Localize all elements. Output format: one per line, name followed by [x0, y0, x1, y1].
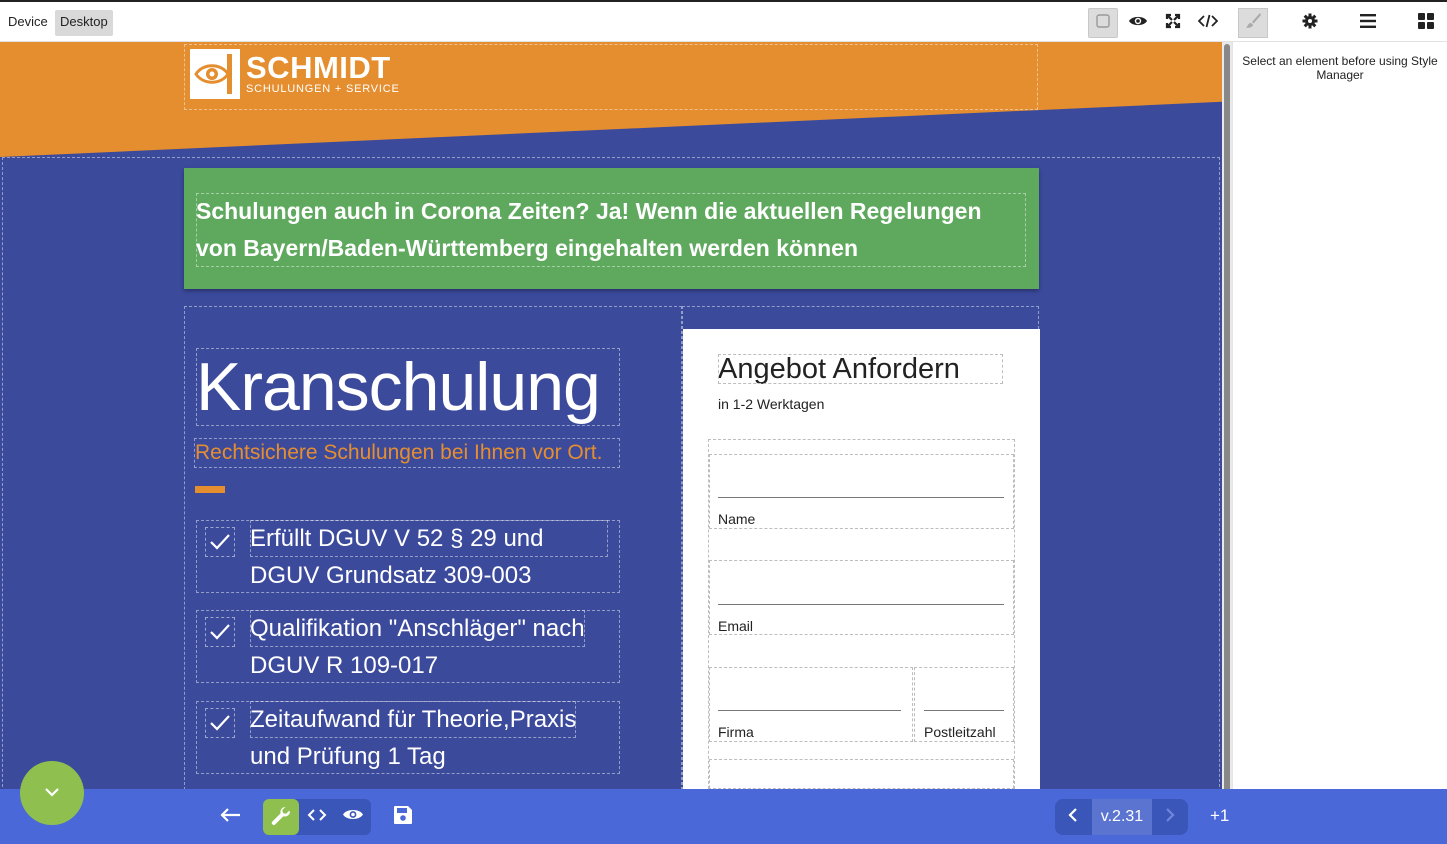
code-view-button[interactable]	[1193, 8, 1223, 38]
feature-item[interactable]: Erfüllt DGUV V 52 § 29 und DGUV Grundsat…	[196, 520, 620, 593]
name-input[interactable]	[718, 497, 1004, 498]
code-icon	[1197, 14, 1219, 33]
grid-icon	[1418, 12, 1434, 34]
banner-text[interactable]: Schulungen auch in Corona Zeiten? Ja! We…	[196, 193, 1026, 267]
form-title[interactable]: Angebot Anfordern	[718, 354, 1003, 384]
chevron-down-icon	[44, 784, 60, 802]
previous-version-button[interactable]	[1055, 799, 1091, 835]
checkmark-icon	[205, 708, 235, 738]
paintbrush-icon	[1244, 12, 1262, 35]
feature-line-1[interactable]: Zeitaufwand für Theorie,Praxis	[250, 701, 577, 738]
eye-logo-icon	[190, 49, 240, 99]
chevron-right-icon	[1165, 807, 1175, 828]
code-mode-button[interactable]	[299, 799, 335, 835]
accent-divider	[195, 486, 225, 493]
style-manager-panel: Select an element before using Style Man…	[1232, 42, 1447, 802]
email-field-group	[709, 560, 1014, 635]
panel-switcher	[1232, 0, 1447, 42]
pending-changes-count[interactable]: +1	[1210, 806, 1229, 826]
plz-label: Postleitzahl	[924, 724, 996, 740]
next-version-button[interactable]	[1152, 799, 1188, 835]
plz-input[interactable]	[924, 710, 1004, 711]
device-select[interactable]: Desktop	[55, 10, 113, 36]
feature-line-2: DGUV R 109-017	[250, 652, 439, 679]
arrow-left-icon	[219, 807, 241, 828]
feature-line-2: und Prüfung 1 Tag	[250, 743, 446, 770]
email-input[interactable]	[718, 604, 1004, 605]
firma-input[interactable]	[718, 710, 901, 711]
feature-line-1[interactable]: Erfüllt DGUV V 52 § 29 und	[250, 520, 608, 557]
layer-manager-button[interactable]	[1353, 8, 1383, 38]
editor-topbar: Device Desktop	[0, 0, 1232, 42]
device-label: Device	[8, 14, 48, 29]
hero-subtitle[interactable]: Rechtsichere Schulungen bei Ihnen vor Or…	[194, 438, 620, 468]
corona-banner[interactable]: Schulungen auch in Corona Zeiten? Ja! We…	[184, 168, 1039, 289]
save-button[interactable]	[385, 799, 421, 835]
logo-wordmark: SCHMIDT SCHULUNGEN + SERVICE	[246, 49, 400, 96]
version-label: v.2.31	[1092, 799, 1152, 835]
fullscreen-button[interactable]	[1158, 8, 1188, 38]
style-manager-button[interactable]	[1238, 8, 1268, 38]
gear-icon	[1302, 13, 1318, 34]
form-subtitle: in 1-2 Werktagen	[718, 396, 825, 412]
preview-button[interactable]	[1123, 8, 1153, 38]
checkmark-icon	[205, 527, 235, 557]
feature-item[interactable]: Qualifikation "Anschläger" nach DGUV R 1…	[196, 610, 620, 683]
style-manager-message: Select an element before using Style Man…	[1242, 54, 1438, 82]
brand-logo[interactable]: SCHMIDT SCHULUNGEN + SERVICE	[190, 49, 400, 99]
back-button[interactable]	[212, 799, 248, 835]
bars-icon	[1360, 13, 1376, 33]
square-outline-icon	[1096, 13, 1110, 33]
eye-icon	[1128, 14, 1148, 33]
wrench-icon	[263, 799, 299, 835]
email-label: Email	[718, 618, 754, 634]
floppy-disk-icon	[393, 805, 413, 830]
settings-button[interactable]	[1295, 8, 1325, 38]
feature-line-2: DGUV Grundsatz 309-003	[250, 562, 532, 589]
logo-name: SCHMIDT	[246, 49, 391, 85]
feature-item[interactable]: Zeitaufwand für Theorie,Praxis und Prüfu…	[196, 701, 620, 774]
eye-icon	[342, 807, 364, 827]
preview-mode-button[interactable]	[335, 799, 371, 835]
chevron-left-icon	[1068, 807, 1078, 828]
sw-visibility-button[interactable]	[1088, 8, 1118, 38]
collapse-fab[interactable]	[20, 761, 84, 825]
feature-line-1[interactable]: Qualifikation "Anschläger" nach	[250, 610, 585, 647]
canvas-scroll-thumb[interactable]	[1224, 44, 1230, 794]
hero-title[interactable]: Kranschulung	[196, 348, 620, 426]
name-label: Name	[718, 511, 756, 527]
firma-label: Firma	[718, 724, 754, 740]
code-icon	[307, 808, 327, 827]
edit-mode-button[interactable]	[263, 799, 299, 835]
expand-icon	[1165, 13, 1181, 34]
logo-tagline: SCHULUNGEN + SERVICE	[246, 82, 400, 95]
blocks-button[interactable]	[1411, 8, 1441, 38]
checkmark-icon	[205, 617, 235, 647]
